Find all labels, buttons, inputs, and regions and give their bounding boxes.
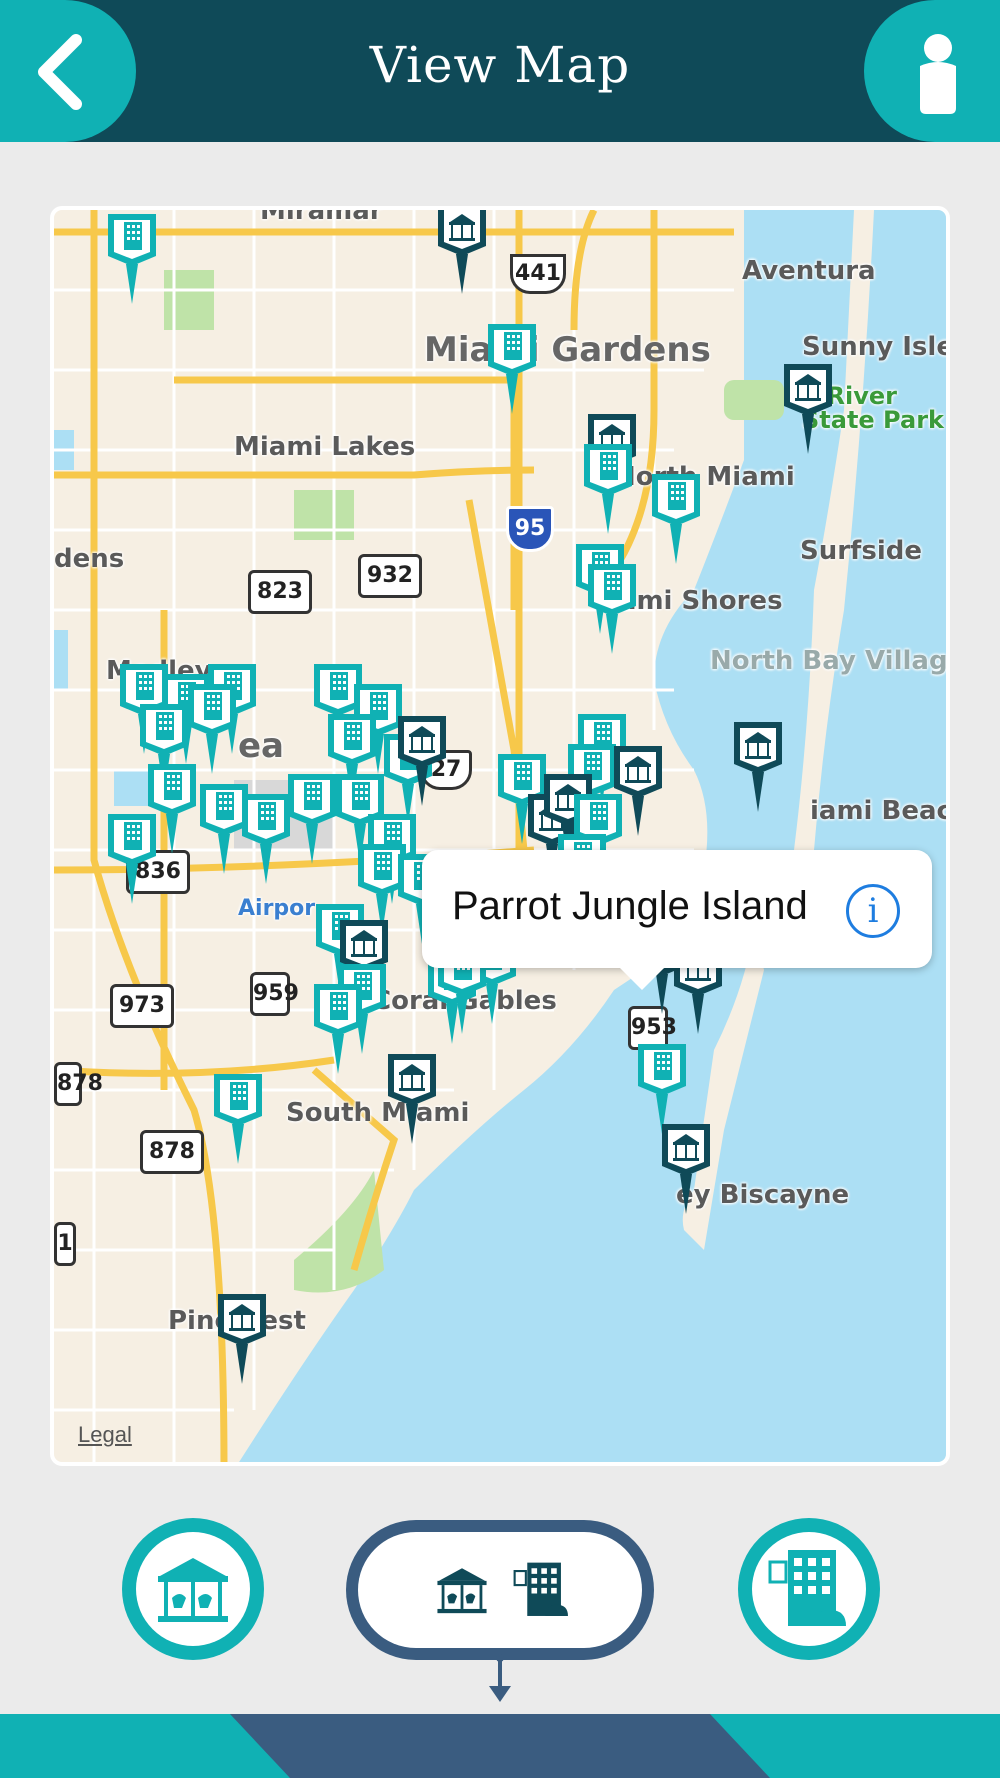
legal-link[interactable]: Legal bbox=[78, 1422, 132, 1448]
attraction-map-pin[interactable] bbox=[214, 1290, 270, 1386]
place-label-miami-lakes: Miami Lakes bbox=[234, 432, 416, 462]
place-label-south-miami: South Miami bbox=[286, 1098, 470, 1128]
arrow-down-icon bbox=[489, 1654, 511, 1702]
hotel-map-pin[interactable] bbox=[210, 1070, 266, 1166]
road-shield-973: 973 bbox=[110, 984, 174, 1028]
info-icon[interactable]: i bbox=[846, 884, 900, 938]
back-button[interactable] bbox=[0, 0, 136, 142]
hotel-icon bbox=[768, 1550, 846, 1626]
road-shield-823: 823 bbox=[248, 570, 312, 614]
road-shield-5: 878 bbox=[54, 1062, 103, 1106]
attraction-map-pin[interactable] bbox=[730, 718, 786, 814]
callout-title: Parrot Jungle Island bbox=[452, 884, 808, 928]
road-shield-959: 959 bbox=[250, 972, 299, 1016]
hotel-map-pin[interactable] bbox=[484, 320, 540, 416]
hotel-map-pin[interactable] bbox=[580, 440, 636, 536]
hotel-map-pin[interactable] bbox=[144, 760, 200, 856]
carousel-icon bbox=[437, 1568, 487, 1614]
chevron-left-icon bbox=[38, 34, 82, 110]
hotel-map-pin[interactable] bbox=[104, 210, 160, 306]
hotels-filter-button[interactable] bbox=[738, 1518, 880, 1660]
bottom-bar bbox=[0, 1714, 1000, 1778]
carousel-icon bbox=[158, 1558, 228, 1622]
place-label-miami-gardens: Miami Gardens bbox=[424, 330, 711, 370]
user-icon bbox=[920, 34, 956, 114]
map-callout[interactable]: Parrot Jungle Island i bbox=[422, 850, 932, 990]
attractions-filter-button[interactable] bbox=[122, 1518, 264, 1660]
hotel-map-pin[interactable] bbox=[584, 560, 640, 656]
place-label-aventura: Aventura bbox=[742, 256, 876, 286]
place-label-north-bay-village: North Bay Village bbox=[710, 646, 950, 676]
attraction-map-pin[interactable] bbox=[384, 1050, 440, 1146]
road-shield-95: 95 bbox=[506, 506, 554, 552]
place-label-sunny-isles: Sunny Isle bbox=[802, 332, 950, 362]
top-bar: View Map bbox=[0, 0, 1000, 142]
place-label-miami-beach: iami Beac bbox=[810, 796, 950, 826]
attraction-map-pin[interactable] bbox=[658, 1120, 714, 1216]
place-label-north-miami: North Miami bbox=[614, 462, 795, 492]
place-label-surfside: Surfside bbox=[800, 536, 923, 566]
road-shield-1: 1 bbox=[54, 1222, 76, 1266]
profile-button[interactable] bbox=[864, 0, 1000, 142]
hotel-icon bbox=[513, 1562, 568, 1616]
place-label-airport: Airpor bbox=[238, 896, 316, 921]
road-shield-878: 878 bbox=[140, 1130, 204, 1174]
place-label-miramar: Miramar bbox=[260, 206, 383, 226]
hotel-map-pin[interactable] bbox=[648, 470, 704, 566]
attraction-map-pin[interactable] bbox=[780, 360, 836, 456]
place-label-edens: dens bbox=[54, 544, 125, 574]
road-shield-932: 932 bbox=[358, 554, 422, 598]
attraction-map-pin[interactable] bbox=[434, 210, 490, 296]
attraction-map-pin[interactable] bbox=[394, 712, 450, 808]
all-filter-button[interactable] bbox=[346, 1520, 654, 1660]
page-title: View Map bbox=[369, 36, 631, 94]
hotel-map-pin[interactable] bbox=[310, 980, 366, 1076]
map-view[interactable]: Aventura Miami Gardens Sunny Isle a Rive… bbox=[50, 206, 950, 1466]
road-shield-441: 441 bbox=[510, 254, 566, 294]
app-screen: View Map Aventura Miami Gardens Sunny Is… bbox=[0, 0, 1000, 1778]
bottom-bar-shape bbox=[230, 1714, 770, 1778]
